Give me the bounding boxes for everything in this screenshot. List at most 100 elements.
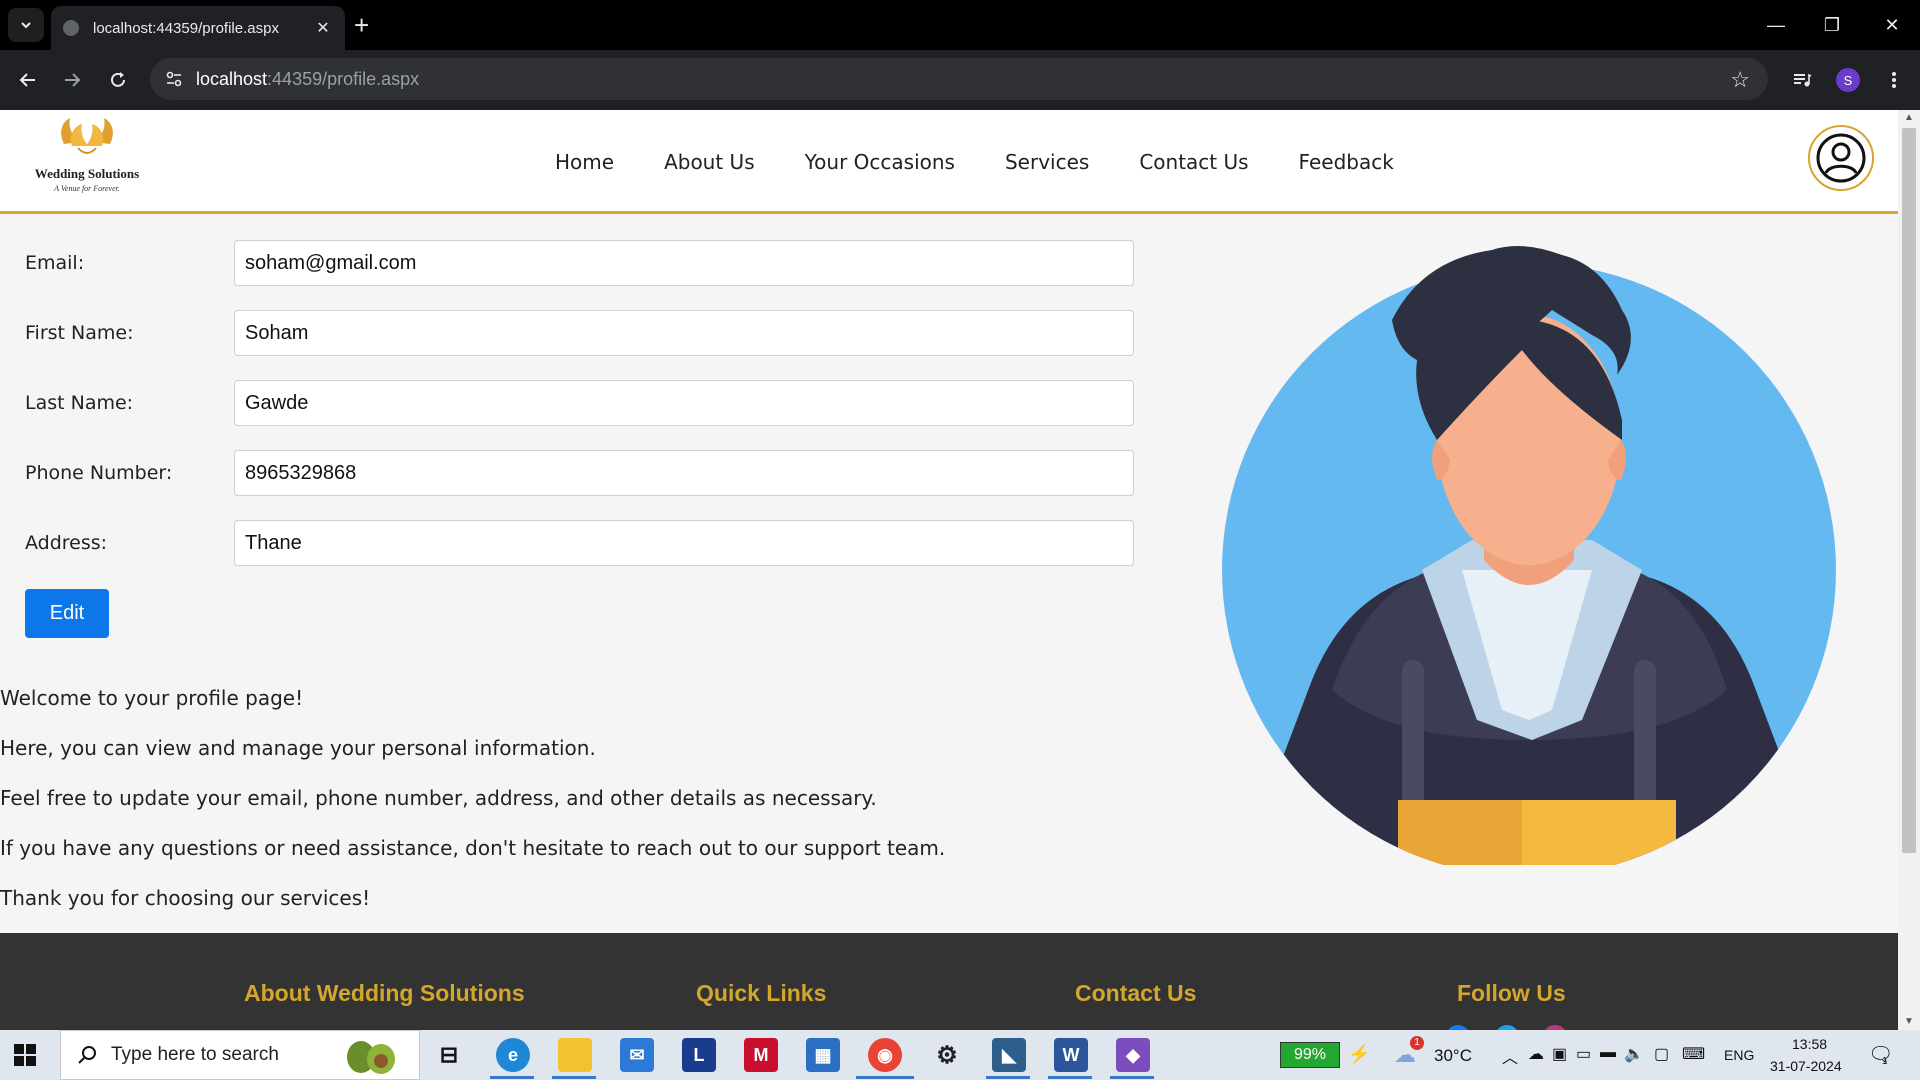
intro-line: Thank you for choosing our services! — [0, 886, 371, 910]
bookmark-star-icon[interactable]: ☆ — [1730, 67, 1750, 93]
windows-start-icon[interactable] — [14, 1044, 36, 1066]
logo-tagline: A Venue for Forever. — [54, 184, 120, 193]
kebab-menu-icon — [1892, 72, 1896, 88]
last-name-label: Last Name: — [25, 392, 134, 414]
plug-icon: ⚡ — [1348, 1044, 1371, 1064]
phone-label: Phone Number: — [25, 462, 173, 484]
onedrive-icon[interactable]: ☁ — [1528, 1044, 1544, 1064]
footer-heading-follow: Follow Us — [1457, 980, 1566, 1006]
tab-close-icon[interactable]: ✕ — [313, 18, 333, 38]
settings-icon[interactable]: ⚙ — [930, 1038, 964, 1072]
web-page: Wedding Solutions A Venue for Forever. H… — [0, 110, 1898, 1030]
email-label: Email: — [25, 252, 85, 274]
weather-temperature[interactable]: 30°C — [1434, 1046, 1472, 1066]
address-bar[interactable]: localhost:44359/profile.aspx ☆ — [150, 58, 1768, 100]
browser-toolbar: localhost:44359/profile.aspx ☆ S — [0, 50, 1920, 110]
footer-heading-contact: Contact Us — [1075, 980, 1197, 1006]
tab-search-button[interactable] — [8, 8, 44, 42]
tab-title: localhost:44359/profile.aspx — [93, 19, 279, 37]
window-restore-button[interactable]: ❐ — [1804, 0, 1860, 50]
email-field[interactable] — [234, 240, 1134, 286]
battery-indicator[interactable]: 99% — [1280, 1042, 1340, 1068]
last-name-field[interactable] — [234, 380, 1134, 426]
keyboard-icon[interactable]: ⌨ — [1682, 1044, 1705, 1064]
volume-icon[interactable]: 🔈 — [1624, 1044, 1644, 1064]
notification-count: 1 — [1882, 1056, 1888, 1067]
language-indicator[interactable]: ENG — [1724, 1047, 1754, 1063]
edge-icon[interactable]: e — [496, 1038, 530, 1072]
nav-about-us[interactable]: About Us — [664, 150, 755, 174]
search-icon — [78, 1046, 96, 1064]
nav-services[interactable]: Services — [1005, 150, 1089, 174]
profile-button[interactable]: S — [1832, 64, 1864, 96]
media-controls-button[interactable] — [1786, 64, 1818, 96]
footer-heading-quick-links: Quick Links — [696, 980, 827, 1006]
display-icon[interactable]: ▣ — [1552, 1044, 1567, 1064]
visual-studio-icon[interactable]: ◆ — [1116, 1038, 1150, 1072]
mcafee-icon[interactable]: M — [744, 1038, 778, 1072]
clock-time[interactable]: 13:58 — [1792, 1036, 1827, 1052]
scroll-up-icon[interactable]: ▲ — [1904, 112, 1914, 123]
meet-now-icon[interactable]: ▢ — [1654, 1044, 1669, 1064]
chrome-icon[interactable]: ◉ — [868, 1038, 902, 1072]
first-name-row: First Name: — [25, 310, 1135, 356]
l-app-icon[interactable]: L — [682, 1038, 716, 1072]
user-profile-button[interactable] — [1808, 125, 1874, 191]
nav-home[interactable]: Home — [555, 150, 614, 174]
intro-line: Feel free to update your email, phone nu… — [0, 786, 877, 810]
browser-tab-active[interactable]: localhost:44359/profile.aspx ✕ — [51, 6, 345, 50]
site-info-icon[interactable] — [164, 69, 184, 89]
intro-line: Welcome to your profile page! — [0, 686, 304, 710]
address-row: Address: — [25, 520, 1135, 566]
clock-date[interactable]: 31-07-2024 — [1770, 1058, 1842, 1074]
nav-your-occasions[interactable]: Your Occasions — [805, 150, 955, 174]
mail-icon[interactable]: ✉ — [620, 1038, 654, 1072]
phone-field[interactable] — [234, 450, 1134, 496]
address-field[interactable] — [234, 520, 1134, 566]
avocado-icon — [347, 1041, 395, 1074]
window-minimize-button[interactable]: — — [1748, 0, 1804, 50]
footer-heading-about: About Wedding Solutions — [244, 980, 525, 1006]
new-tab-button[interactable]: + — [354, 12, 369, 38]
arrow-right-icon — [65, 73, 81, 87]
profile-avatar-illustration — [1222, 246, 1836, 865]
sql-server-icon[interactable]: ◣ — [992, 1038, 1026, 1072]
window-close-button[interactable]: ✕ — [1864, 0, 1920, 50]
chevron-up-icon[interactable]: ︿ — [1502, 1044, 1518, 1068]
store-icon[interactable]: ▦ — [806, 1038, 840, 1072]
intro-line: If you have any questions or need assist… — [0, 836, 946, 860]
site-header: Wedding Solutions A Venue for Forever. H… — [0, 110, 1898, 214]
task-view-icon[interactable]: ⊟ — [432, 1038, 466, 1072]
last-name-row: Last Name: — [25, 380, 1135, 426]
first-name-label: First Name: — [25, 322, 134, 344]
scroll-down-icon[interactable]: ▼ — [1904, 1016, 1914, 1027]
windows-taskbar: Type here to search ⊟ e ✉ L M ▦ ◉ ⚙ ◣ W … — [0, 1030, 1920, 1080]
back-button[interactable] — [12, 64, 44, 96]
chrome-active-indicator — [856, 1076, 914, 1079]
page-scrollbar[interactable]: ▲ ▼ — [1898, 110, 1920, 1030]
phone-row: Phone Number: — [25, 450, 1135, 496]
intro-line: Here, you can view and manage your perso… — [0, 736, 596, 760]
scroll-thumb[interactable] — [1902, 128, 1916, 853]
chevron-down-icon — [21, 22, 31, 29]
browser-menu-button[interactable] — [1878, 64, 1910, 96]
reload-button[interactable] — [102, 64, 134, 96]
vs-running-indicator — [1110, 1076, 1154, 1079]
reload-icon — [111, 72, 125, 87]
notifications-icon[interactable]: 🗨 — [1868, 1042, 1893, 1067]
battery-tray-icon[interactable]: ▬ — [1600, 1044, 1616, 1062]
forward-button[interactable] — [56, 64, 88, 96]
site-footer: About Wedding Solutions Quick Links Cont… — [0, 933, 1898, 1030]
doves-logo-icon — [61, 118, 113, 154]
nav-feedback[interactable]: Feedback — [1299, 150, 1394, 174]
first-name-field[interactable] — [234, 310, 1134, 356]
taskbar-search[interactable]: Type here to search — [60, 1030, 420, 1080]
edit-button[interactable]: Edit — [25, 589, 109, 638]
edge-running-indicator — [490, 1076, 534, 1079]
file-explorer-icon[interactable] — [558, 1038, 592, 1072]
profile-avatar: S — [1836, 68, 1860, 92]
nav-contact-us[interactable]: Contact Us — [1139, 150, 1248, 174]
word-icon[interactable]: W — [1054, 1038, 1088, 1072]
network-icon[interactable]: ▭ — [1576, 1044, 1591, 1064]
site-logo[interactable]: Wedding Solutions A Venue for Forever. — [22, 114, 152, 204]
